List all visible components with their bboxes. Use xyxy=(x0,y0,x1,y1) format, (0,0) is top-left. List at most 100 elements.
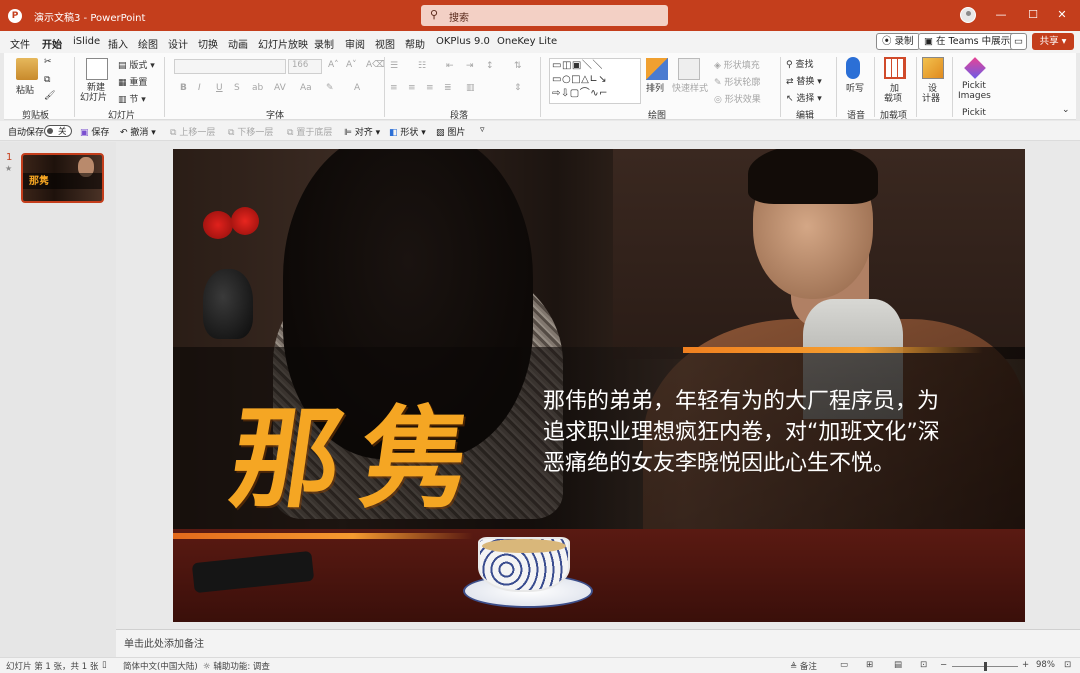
collapse-ribbon-icon[interactable]: ⌄ xyxy=(1062,105,1070,115)
font-size-select[interactable]: 166 xyxy=(288,59,322,74)
select-button[interactable]: ↖ 选择 ▾ xyxy=(786,91,822,104)
addins-button-line2[interactable]: 载项 xyxy=(884,91,902,104)
clear-format-icon[interactable]: A⌫ xyxy=(366,60,385,70)
comments-button[interactable]: ▭ xyxy=(1010,33,1027,50)
slide-thumbnail[interactable]: 那隽 xyxy=(21,153,104,203)
microphone-icon[interactable] xyxy=(846,57,860,79)
font-color-icon[interactable]: A xyxy=(354,83,360,93)
replace-button[interactable]: ⇄ 替换 ▾ xyxy=(786,74,822,87)
new-slide-icon[interactable] xyxy=(86,58,108,80)
cut-icon[interactable]: ✂ xyxy=(44,57,52,67)
accessibility-button[interactable]: ☼ 辅助功能: 调查 xyxy=(203,660,270,672)
pickit-button[interactable]: Pickit xyxy=(962,81,986,91)
tab-transitions[interactable]: 切换 xyxy=(198,36,218,51)
decrease-font-icon[interactable]: A˅ xyxy=(346,60,357,70)
font-name-select[interactable] xyxy=(174,59,286,74)
find-button[interactable]: ⚲ 查找 xyxy=(786,57,813,70)
copy-icon[interactable]: ⧉ xyxy=(44,75,50,85)
shape-effects-button[interactable]: ◎ 形状效果 xyxy=(714,92,761,105)
arrange-button[interactable]: 排列 xyxy=(646,81,664,94)
layout-button[interactable]: ▤ 版式 ▾ xyxy=(118,58,155,71)
increase-indent-icon[interactable]: ⇥ xyxy=(466,61,474,71)
send-to-back-button[interactable]: ⧉ 置于底层 xyxy=(287,125,332,138)
underline-icon[interactable]: U xyxy=(216,83,223,93)
highlight-icon[interactable]: ✎ xyxy=(326,83,334,93)
reading-view-icon[interactable]: ▤ xyxy=(894,660,902,670)
tab-view[interactable]: 视图 xyxy=(375,36,395,51)
paste-icon[interactable] xyxy=(16,58,38,80)
normal-view-icon[interactable]: ▭ xyxy=(840,660,848,670)
zoom-slider-thumb[interactable] xyxy=(984,662,987,671)
maximize-icon[interactable]: ☐ xyxy=(1023,6,1043,24)
close-icon[interactable]: ✕ xyxy=(1052,6,1072,24)
picture-button[interactable]: ▨ 图片 xyxy=(436,125,465,138)
tab-home[interactable]: 开始 xyxy=(42,36,62,56)
char-spacing-icon[interactable]: AV xyxy=(274,83,286,93)
decrease-indent-icon[interactable]: ⇤ xyxy=(446,61,454,71)
slideshow-view-icon[interactable]: ⊡ xyxy=(920,660,927,670)
designer-button-line2[interactable]: 计器 xyxy=(922,91,940,104)
tab-okplus[interactable]: OKPlus 9.0 xyxy=(436,36,490,47)
powerpoint-logo-icon[interactable]: P xyxy=(8,9,22,23)
send-backward-button[interactable]: ⧉ 下移一层 xyxy=(228,125,273,138)
language-indicator[interactable]: 简体中文(中国大陆) xyxy=(123,660,198,672)
align-left-icon[interactable]: ≡ xyxy=(390,83,398,93)
account-avatar[interactable] xyxy=(960,7,976,23)
tab-animations[interactable]: 动画 xyxy=(228,36,248,51)
shape-outline-button[interactable]: ✎ 形状轮廓 xyxy=(714,75,760,88)
section-button[interactable]: ▥ 节 ▾ xyxy=(118,92,146,105)
slide-sorter-icon[interactable]: ⊞ xyxy=(866,660,873,670)
zoom-level[interactable]: 98% xyxy=(1036,660,1055,670)
tab-file[interactable]: 文件 xyxy=(10,36,30,51)
bring-forward-button[interactable]: ⧉ 上移一层 xyxy=(170,125,215,138)
fit-to-window-icon[interactable]: ⊡ xyxy=(1064,660,1071,670)
increase-font-icon[interactable]: A˄ xyxy=(328,60,339,70)
reset-button[interactable]: ▦ 重置 xyxy=(118,75,147,88)
tab-review[interactable]: 审阅 xyxy=(345,36,365,51)
bold-icon[interactable]: B xyxy=(180,83,187,93)
tab-design[interactable]: 设计 xyxy=(168,36,188,51)
pickit-button-line2[interactable]: Images xyxy=(958,91,991,101)
new-slide-button-line2[interactable]: 幻灯片 xyxy=(80,90,107,103)
slide[interactable]: 那隽 那伟的弟弟，年轻有为的大厂程序员，为追求职业理想疯狂内卷，对“加班文化”深… xyxy=(173,149,1025,622)
customize-qat-icon[interactable]: ▿ xyxy=(480,125,485,135)
arrange-icon[interactable] xyxy=(646,58,668,80)
change-case-icon[interactable]: Aa xyxy=(300,83,312,93)
italic-icon[interactable]: I xyxy=(198,83,201,93)
search-input[interactable]: ⚲ 搜索 xyxy=(421,5,668,26)
format-painter-icon[interactable]: 🖌 xyxy=(44,91,55,101)
shapes-button[interactable]: ◧ 形状 ▾ xyxy=(389,125,426,138)
tab-onekey[interactable]: OneKey Lite xyxy=(497,36,557,47)
tab-draw[interactable]: 绘图 xyxy=(138,36,158,51)
undo-button[interactable]: ↶ 撤消 ▾ xyxy=(120,125,156,138)
quick-styles-button[interactable]: 快速样式 xyxy=(672,81,708,94)
record-button[interactable]: ⦿ 录制 xyxy=(876,33,920,50)
tab-slideshow[interactable]: 幻灯片放映 xyxy=(258,36,308,51)
shape-fill-button[interactable]: ◈ 形状填充 xyxy=(714,58,760,71)
tab-islide[interactable]: iSlide xyxy=(73,36,100,47)
slide-title[interactable]: 那隽 xyxy=(222,369,500,529)
pickit-icon[interactable] xyxy=(964,57,986,79)
minimize-icon[interactable]: — xyxy=(991,6,1011,24)
save-button[interactable]: ▣ 保存 xyxy=(80,125,109,138)
align-text-icon[interactable]: ⇕ xyxy=(514,83,522,93)
bullets-icon[interactable]: ☰ xyxy=(390,61,398,71)
tab-record[interactable]: 录制 xyxy=(314,36,334,51)
addins-icon[interactable] xyxy=(884,57,906,79)
text-direction-icon[interactable]: ⇅ xyxy=(514,61,522,71)
shapes-gallery[interactable]: ▭◫▣＼＼ ▭○□△∟↘ ⇨⇩▢⌒∿⌐ xyxy=(549,58,641,104)
tab-insert[interactable]: 插入 xyxy=(108,36,128,51)
autosave-toggle[interactable]: 关 xyxy=(44,125,72,137)
columns-icon[interactable]: ▥ xyxy=(466,83,475,93)
dictate-button[interactable]: 听写 xyxy=(846,81,864,94)
tab-help[interactable]: 帮助 xyxy=(405,36,425,51)
designer-icon[interactable] xyxy=(922,57,944,79)
slide-description[interactable]: 那伟的弟弟，年轻有为的大厂程序员，为追求职业理想疯狂内卷，对“加班文化”深恶痛绝… xyxy=(543,386,953,479)
present-in-teams-button[interactable]: ▣ 在 Teams 中展示 xyxy=(918,33,1017,50)
align-center-icon[interactable]: ≡ xyxy=(408,83,416,93)
spellcheck-icon[interactable]: ▯ xyxy=(102,660,107,670)
zoom-out-icon[interactable]: − xyxy=(940,660,947,670)
shadow-icon[interactable]: ab xyxy=(252,83,263,93)
notes-pane[interactable]: 单击此处添加备注 xyxy=(116,629,1080,657)
numbering-icon[interactable]: ☷ xyxy=(418,61,426,71)
